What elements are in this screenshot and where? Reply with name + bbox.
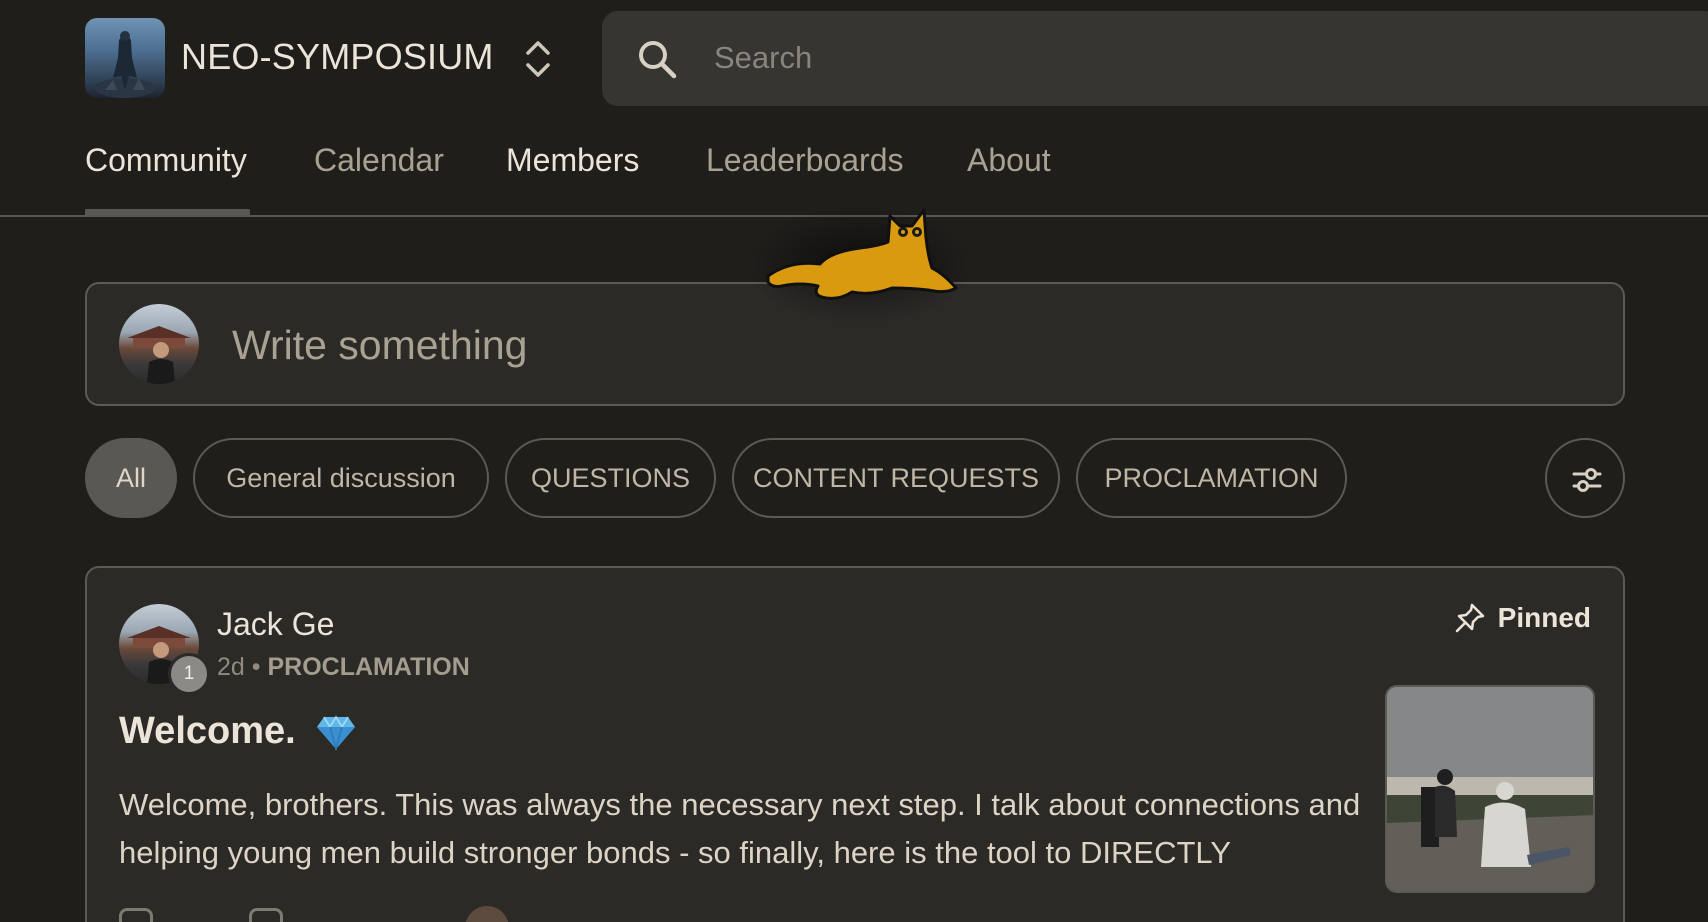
search-input[interactable] bbox=[712, 33, 1612, 83]
pinned-label: Pinned bbox=[1497, 602, 1591, 633]
pinned-indicator: Pinned bbox=[1454, 602, 1591, 634]
chevron-up-down-icon bbox=[526, 41, 550, 77]
post-footer bbox=[119, 906, 519, 922]
tab-members[interactable]: Members bbox=[506, 142, 639, 179]
post-age: 2d bbox=[217, 653, 245, 681]
post-image[interactable] bbox=[1385, 685, 1595, 893]
gem-icon bbox=[317, 715, 356, 751]
like-icon[interactable] bbox=[119, 908, 153, 922]
category-filters: All General discussion QUESTIONS CONTENT… bbox=[0, 438, 1708, 518]
comment-icon[interactable] bbox=[249, 908, 283, 922]
tab-calendar[interactable]: Calendar bbox=[314, 142, 444, 179]
group-switcher-button[interactable] bbox=[522, 38, 554, 80]
sliders-icon bbox=[1572, 468, 1602, 492]
header: NEO-SYMPOSIUM bbox=[0, 0, 1708, 110]
filter-chip-questions[interactable]: QUESTIONS bbox=[505, 438, 716, 518]
cat-mascot-icon bbox=[766, 208, 958, 300]
post-card[interactable]: 1 Jack Ge 2d • PROCLAMATION Pinned Welco… bbox=[85, 566, 1625, 922]
tab-community[interactable]: Community bbox=[85, 142, 247, 179]
level-badge: 1 bbox=[168, 653, 210, 695]
avatar bbox=[119, 304, 199, 384]
commenter-avatar[interactable] bbox=[465, 906, 509, 922]
post-category[interactable]: PROCLAMATION bbox=[267, 653, 469, 681]
user-photo bbox=[127, 326, 191, 384]
post-image-photo bbox=[1387, 687, 1593, 891]
filter-chip-general-discussion[interactable]: General discussion bbox=[193, 438, 489, 518]
hooded-figure-logo-icon bbox=[95, 31, 155, 98]
group-name[interactable]: NEO-SYMPOSIUM bbox=[181, 36, 494, 78]
filter-chip-proclamation[interactable]: PROCLAMATION bbox=[1076, 438, 1347, 518]
tab-leaderboards[interactable]: Leaderboards bbox=[706, 142, 903, 179]
filter-settings-button[interactable] bbox=[1545, 438, 1625, 518]
tab-about[interactable]: About bbox=[967, 142, 1051, 179]
filter-chip-all[interactable]: All bbox=[85, 438, 177, 518]
post-title[interactable]: Welcome. bbox=[119, 710, 356, 753]
search-icon bbox=[639, 41, 677, 79]
post-body: Welcome, brothers. This was always the n… bbox=[119, 787, 1361, 870]
filter-chip-content-requests[interactable]: CONTENT REQUESTS bbox=[732, 438, 1060, 518]
app-root: NEO-SYMPOSIUM Community Calendar Members… bbox=[0, 0, 1708, 922]
search-bar[interactable] bbox=[602, 11, 1708, 106]
post-title-text: Welcome. bbox=[119, 710, 296, 752]
post-meta: 2d • PROCLAMATION bbox=[217, 653, 470, 682]
post-author[interactable]: Jack Ge bbox=[217, 606, 334, 643]
meta-separator: • bbox=[251, 653, 261, 681]
group-logo[interactable] bbox=[85, 18, 165, 98]
write-placeholder: Write something bbox=[232, 322, 528, 368]
pin-icon bbox=[1455, 603, 1484, 633]
